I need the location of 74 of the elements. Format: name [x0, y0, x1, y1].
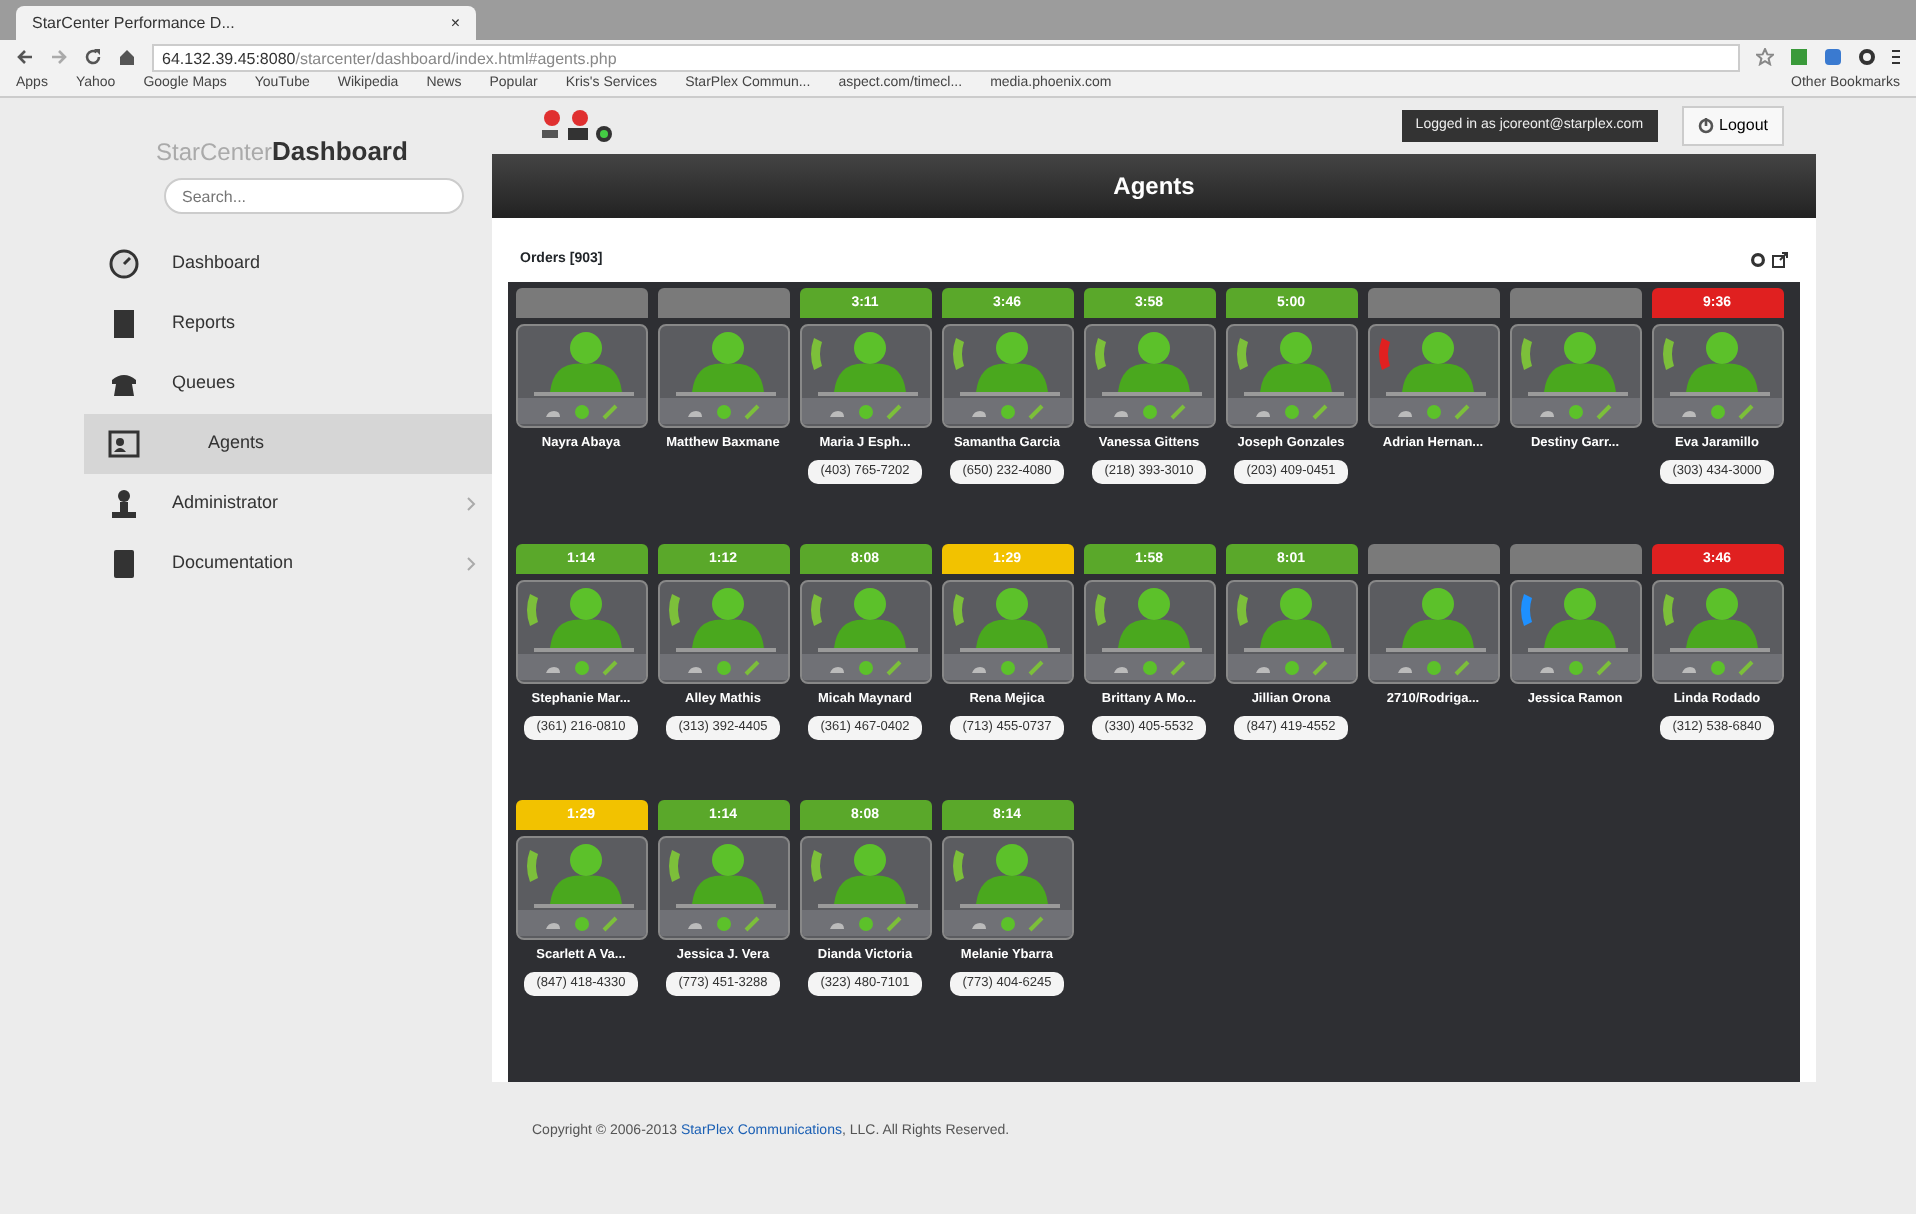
popout-icon[interactable]	[1772, 252, 1788, 268]
cloud-icon	[970, 661, 988, 673]
agent-card[interactable]	[941, 836, 1073, 940]
search-field[interactable]: Search...	[164, 178, 464, 214]
tab-close-button[interactable]: ×	[450, 12, 460, 34]
agent-card[interactable]	[941, 324, 1073, 428]
power-icon	[1697, 118, 1714, 134]
agent-card[interactable]	[515, 836, 647, 940]
cloud-icon	[544, 405, 562, 417]
home-icon[interactable]	[118, 48, 136, 66]
cloud-icon	[1112, 405, 1130, 417]
agent-card[interactable]	[941, 580, 1073, 684]
cloud-icon	[828, 405, 846, 417]
settings-icon[interactable]	[1858, 48, 1876, 66]
person-icon	[108, 488, 140, 520]
document-icon	[108, 308, 140, 340]
cloud-icon	[1254, 661, 1272, 673]
cloud-icon	[1254, 405, 1272, 417]
agent-card[interactable]	[657, 324, 789, 428]
cloud-icon	[686, 405, 704, 417]
cloud-icon	[1538, 405, 1556, 417]
cloud-icon	[1112, 661, 1130, 673]
agent-card[interactable]	[1651, 324, 1783, 428]
cloud-icon	[1680, 661, 1698, 673]
agent-card[interactable]	[1367, 324, 1499, 428]
agent-card[interactable]	[1367, 580, 1499, 684]
star-icon[interactable]	[1756, 48, 1774, 66]
cloud-icon	[1396, 661, 1414, 673]
forward-icon[interactable]	[50, 48, 68, 66]
sidebar-item[interactable]: Administrator	[84, 474, 492, 534]
gauge-icon	[108, 248, 140, 280]
agent-card[interactable]	[515, 324, 647, 428]
cloud-icon	[828, 661, 846, 673]
logout-button[interactable]: Logout	[1681, 106, 1784, 146]
address-bar[interactable]: 64.132.39.45:8080/starcenter/dashboard/index.html#agents.php	[152, 43, 1740, 71]
agent-card[interactable]	[799, 836, 931, 940]
agent-card[interactable]	[1509, 324, 1641, 428]
url-host: 64.132.39.45:8080	[162, 49, 296, 67]
reload-icon[interactable]	[84, 48, 102, 66]
cloud-icon	[686, 661, 704, 673]
agent-card[interactable]	[657, 836, 789, 940]
cloud-icon	[686, 917, 704, 929]
agent-card[interactable]	[799, 324, 931, 428]
cloud-icon	[544, 917, 562, 929]
agents-icon	[108, 428, 140, 460]
cloud-icon	[1396, 405, 1414, 417]
sidebar-item[interactable]: Queues	[84, 354, 492, 414]
sidebar-item[interactable]: Agents	[84, 414, 492, 474]
browser-tab[interactable]: StarCenter Performance D... ×	[16, 6, 476, 40]
agent-card[interactable]	[1509, 580, 1641, 684]
agent-card[interactable]	[1651, 580, 1783, 684]
book-icon	[108, 548, 140, 580]
tab-title: StarCenter Performance D...	[32, 12, 235, 34]
agent-card[interactable]	[657, 580, 789, 684]
agent-card[interactable]	[1083, 324, 1215, 428]
cloud-icon	[828, 917, 846, 929]
cloud-icon	[544, 661, 562, 673]
agent-card[interactable]	[799, 580, 931, 684]
logo-text: StarCenterDashboard	[154, 133, 410, 170]
sidebar-item[interactable]: Dashboard	[84, 234, 492, 294]
agent-card[interactable]	[1083, 580, 1215, 684]
sidebar-item[interactable]: Documentation	[84, 534, 492, 594]
settings-icon[interactable]	[1750, 252, 1766, 268]
agent-card[interactable]	[1225, 580, 1357, 684]
cloud-icon	[970, 405, 988, 417]
url-path: /starcenter/dashboard/index.html#agents.php	[295, 49, 617, 67]
cloud-icon	[970, 917, 988, 929]
sidebar-item[interactable]: Reports	[84, 294, 492, 354]
cloud-icon	[1538, 661, 1556, 673]
agent-card[interactable]	[1225, 324, 1357, 428]
cloud-icon	[1680, 405, 1698, 417]
back-icon[interactable]	[16, 48, 34, 66]
agent-card[interactable]	[515, 580, 647, 684]
page-title: Agents	[492, 154, 1816, 218]
